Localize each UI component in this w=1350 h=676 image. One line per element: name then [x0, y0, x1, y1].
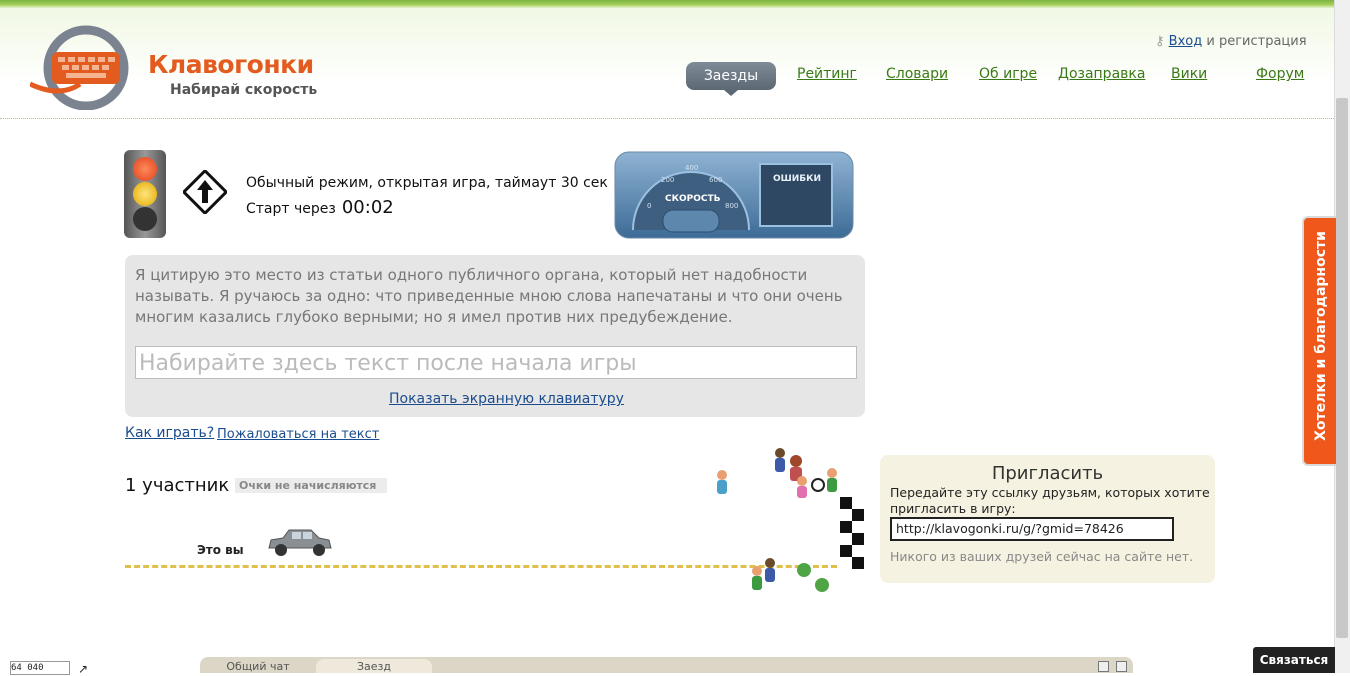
red-light — [133, 157, 157, 181]
maximize-icon[interactable] — [1116, 661, 1127, 672]
logo-subtitle: Набирай скорость — [170, 82, 318, 98]
nav-item-refuel[interactable]: Дозаправка — [1058, 66, 1145, 82]
direction-sign-icon — [183, 170, 227, 214]
speed-label: СКОРОСТЬ — [665, 194, 721, 204]
scrollbar-thumb[interactable] — [1336, 98, 1348, 638]
header: Клавогонки Набирай скорость ⚷ Вход и рег… — [0, 8, 1334, 119]
nav-item-races[interactable]: Заезды — [686, 62, 776, 96]
logo-title: Клавогонки — [148, 50, 314, 79]
start-countdown: Старт через 00:02 — [246, 197, 394, 218]
traffic-light-icon — [124, 150, 166, 238]
expand-arrow-icon[interactable]: ↗ — [78, 662, 88, 676]
spectators-icon — [717, 448, 837, 592]
login-rest-text: и регистрация — [1206, 34, 1307, 49]
svg-text:600: 600 — [709, 176, 722, 184]
game-status: Обычный режим, открытая игра, таймаут 30… — [246, 175, 608, 191]
top-grass-strip — [0, 0, 1334, 8]
svg-text:0: 0 — [647, 202, 651, 210]
nav-item-wiki[interactable]: Вики — [1171, 66, 1207, 82]
yellow-light — [133, 182, 157, 206]
show-keyboard-link[interactable]: Показать экранную клавиатуру — [389, 391, 624, 407]
key-icon: ⚷ — [1155, 34, 1165, 49]
nav-item-forum[interactable]: Форум — [1256, 66, 1304, 82]
how-to-play-link[interactable]: Как играть? — [125, 425, 214, 441]
feedback-side-tab[interactable]: Хотелки и благодарности — [1302, 216, 1336, 466]
countdown-value: 00:02 — [341, 197, 394, 218]
minimize-icon[interactable] — [1098, 661, 1109, 672]
dashboard-panel: 0 200 400 600 800 СКОРОСТЬ ОШИБКИ — [614, 151, 854, 239]
invite-title: Пригласить — [991, 463, 1104, 484]
login-link[interactable]: Вход — [1169, 34, 1203, 49]
invite-link-field[interactable]: http://klavogonki.ru/g/?gmid=78426 — [890, 517, 1174, 541]
tab-race-chat[interactable]: Заезд — [316, 659, 432, 673]
no-score-badge: Очки не начисляются — [235, 478, 387, 493]
nav-item-about[interactable]: Об игре — [979, 66, 1037, 82]
logo[interactable]: Клавогонки Набирай скорость — [28, 20, 320, 111]
invite-description: Передайте эту ссылку друзьям, которых хо… — [890, 485, 1210, 516]
invite-panel: Пригласить Передайте эту ссылку друзьям,… — [880, 455, 1215, 583]
typing-input[interactable]: Набирайте здесь текст после начала игры — [135, 346, 857, 379]
car-icon — [268, 529, 332, 556]
green-light — [133, 207, 157, 231]
start-label: Старт через — [246, 201, 336, 217]
participants-count: 1 участник — [125, 475, 230, 496]
steering-wheel-icon — [28, 25, 129, 111]
you-label: Это вы — [197, 543, 244, 557]
typing-panel: Я цитирую это место из статьи одного пуб… — [125, 255, 865, 417]
svg-text:800: 800 — [725, 202, 738, 210]
complain-link[interactable]: Пожаловаться на текст — [217, 427, 379, 442]
tab-general-chat[interactable]: Общий чат — [210, 659, 306, 673]
chat-bar: Общий чат Заезд — [200, 657, 1133, 673]
errors-label: ОШИБКИ — [773, 174, 821, 184]
no-friends-text: Никого из ваших друзей сейчас на сайте н… — [890, 549, 1194, 564]
svg-text:200: 200 — [661, 176, 674, 184]
feedback-side-tab-label: Хотелки и благодарности — [1313, 231, 1329, 441]
nav-item-rating[interactable]: Рейтинг — [797, 66, 857, 82]
quote-text: Я цитирую это место из статьи одного пуб… — [135, 266, 843, 326]
contact-button[interactable]: Связаться — [1253, 647, 1335, 673]
svg-text:400: 400 — [685, 164, 698, 172]
nav-item-dictionaries[interactable]: Словари — [886, 66, 948, 82]
login-area: ⚷ Вход и регистрация — [1155, 34, 1307, 49]
